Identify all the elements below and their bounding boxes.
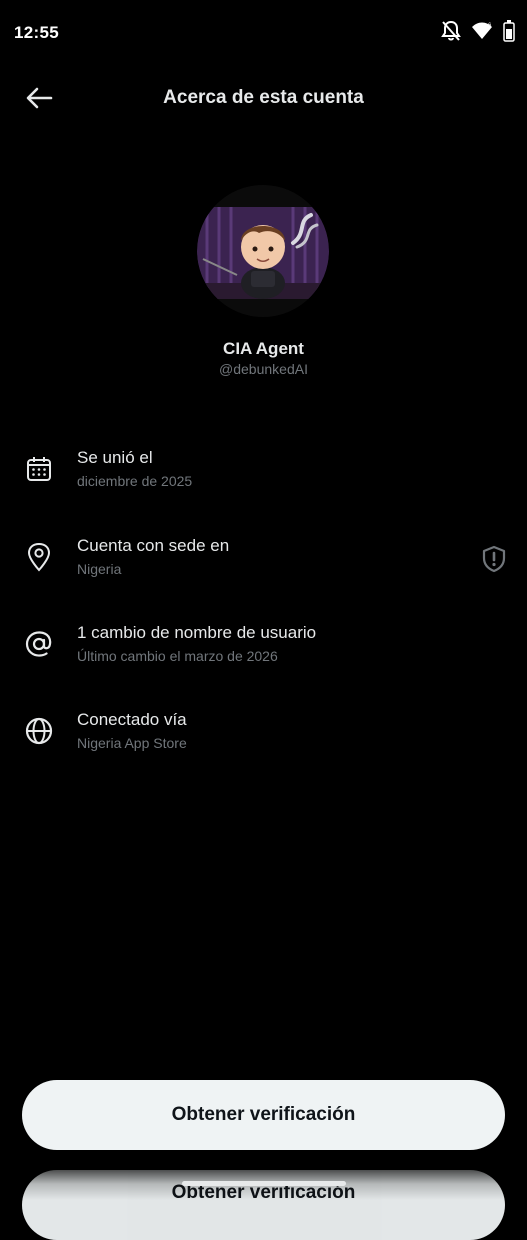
info-subtitle: Nigeria <box>77 561 122 577</box>
get-verified-button[interactable]: Obtener verificación <box>22 1080 505 1150</box>
top-bar: Acerca de esta cuenta <box>0 66 527 132</box>
wifi-icon: 6 <box>471 21 493 41</box>
page-title: Acerca de esta cuenta <box>163 87 364 108</box>
info-row-connected-via: Conectado vía Nigeria App Store <box>0 710 527 770</box>
info-title: 1 cambio de nombre de usuario <box>77 623 317 642</box>
info-subtitle: Último cambio el marzo de 2026 <box>77 648 278 664</box>
status-bar: 12:55 6 <box>0 0 527 66</box>
home-indicator[interactable] <box>182 1181 346 1186</box>
avatar[interactable] <box>197 185 329 317</box>
shield-alert-icon[interactable] <box>479 544 509 574</box>
calendar-icon <box>22 452 56 486</box>
info-subtitle: Nigeria App Store <box>77 735 187 751</box>
info-row-based-in: Cuenta con sede en Nigeria <box>0 536 527 596</box>
svg-text:6: 6 <box>488 23 492 29</box>
info-title: Cuenta con sede en <box>77 536 230 555</box>
user-handle: @debunkedAI <box>219 361 308 377</box>
bell-off-icon <box>441 20 461 42</box>
info-row-joined: Se unió el diciembre de 2025 <box>0 448 527 508</box>
globe-icon <box>22 714 56 748</box>
info-title: Conectado vía <box>77 710 187 729</box>
status-icons: 6 <box>441 20 515 42</box>
at-sign-icon <box>22 627 56 661</box>
info-subtitle: diciembre de 2025 <box>77 473 193 489</box>
info-row-username-changes: 1 cambio de nombre de usuario Último cam… <box>0 623 527 683</box>
battery-icon <box>503 20 515 42</box>
location-pin-icon <box>22 540 56 574</box>
status-time: 12:55 <box>14 23 59 42</box>
display-name: CIA Agent <box>223 339 304 358</box>
info-title: Se unió el <box>77 448 153 467</box>
